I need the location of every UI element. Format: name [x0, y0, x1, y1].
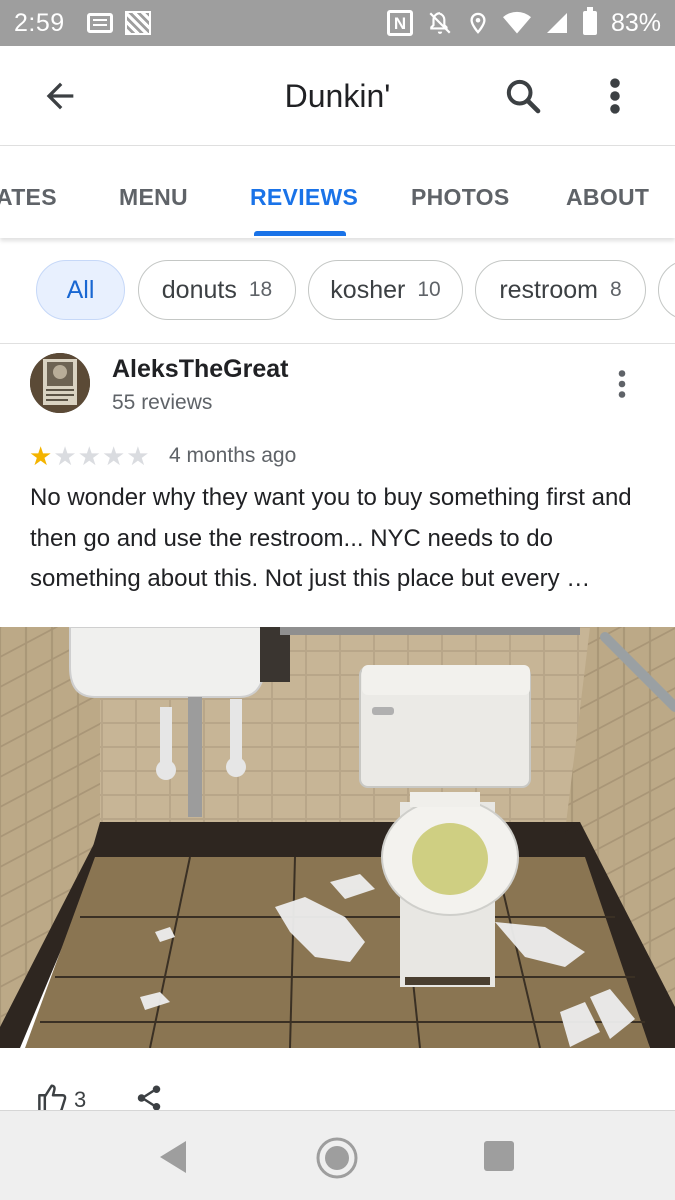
- page-title: Dunkin': [284, 78, 391, 114]
- chip-label: restroom: [499, 275, 598, 304]
- chip-label: kosher: [330, 275, 406, 304]
- star-empty-icon: ★: [53, 441, 77, 471]
- notification-box-icon: [86, 13, 113, 33]
- avatar[interactable]: [30, 353, 90, 413]
- star-empty-icon: ★: [77, 441, 101, 471]
- active-tab-indicator: [254, 231, 346, 236]
- star-empty-icon: ★: [126, 441, 150, 471]
- wifi-icon: [502, 11, 531, 34]
- chip-count: 18: [248, 278, 273, 301]
- reviewer-name[interactable]: AleksTheGreat: [112, 355, 288, 384]
- review-date: 4 months ago: [169, 444, 297, 467]
- thumbs-up-icon[interactable]: [36, 1083, 70, 1113]
- chip-count: 10: [417, 278, 441, 301]
- chip-more[interactable]: [658, 260, 675, 320]
- nav-home-icon[interactable]: [314, 1135, 360, 1181]
- status-time: 2:59: [14, 8, 65, 37]
- tab-photos[interactable]: PHOTOS: [411, 184, 510, 211]
- chip-label: donuts: [161, 275, 237, 304]
- star-empty-icon: ★: [101, 441, 126, 471]
- search-icon[interactable]: [503, 76, 543, 116]
- chip-kosher[interactable]: kosher 10: [308, 260, 463, 320]
- review-text[interactable]: No wonder why they want you to buy somet…: [30, 478, 650, 600]
- star-rating: ★ ★ ★ ★ ★: [29, 443, 150, 469]
- chip-label: All: [66, 275, 95, 304]
- system-nav-bar: [0, 1110, 675, 1200]
- tab-rates[interactable]: ATES: [0, 184, 57, 211]
- share-icon[interactable]: [134, 1083, 164, 1113]
- review-more-vert-icon[interactable]: [606, 366, 638, 402]
- reviewer-review-count: 55 reviews: [112, 391, 213, 414]
- battery-icon: [582, 7, 597, 35]
- divider: [0, 343, 675, 344]
- chip-restroom[interactable]: restroom 8: [475, 260, 646, 320]
- tab-about[interactable]: ABOUT: [566, 184, 649, 211]
- chip-count: 8: [609, 278, 622, 301]
- nav-recents-icon[interactable]: [484, 1141, 514, 1171]
- mute-icon: [429, 12, 451, 34]
- location-icon: [470, 12, 486, 34]
- nav-back-icon[interactable]: [158, 1139, 190, 1175]
- review-actions: 3: [36, 1083, 164, 1113]
- app-bar: Dunkin': [0, 46, 675, 146]
- battery-percent: 83%: [610, 8, 661, 37]
- tab-bar: ATES MENU REVIEWS PHOTOS ABOUT: [0, 146, 675, 238]
- review-photo[interactable]: [0, 627, 675, 1048]
- signal-icon: [546, 13, 567, 33]
- back-arrow-icon[interactable]: [40, 76, 80, 116]
- tab-menu[interactable]: MENU: [119, 184, 188, 211]
- picture-icon: [124, 11, 151, 35]
- review-filter-chips: All donuts 18 kosher 10 restroom 8: [0, 260, 675, 322]
- status-bar: 2:59 N 83%: [0, 0, 675, 46]
- star-filled-icon: ★: [29, 441, 53, 471]
- nfc-icon: N: [386, 10, 413, 36]
- chip-donuts[interactable]: donuts 18: [138, 260, 296, 320]
- chip-all[interactable]: All: [36, 260, 125, 320]
- tab-reviews[interactable]: REVIEWS: [250, 184, 358, 211]
- more-vert-icon[interactable]: [598, 74, 632, 118]
